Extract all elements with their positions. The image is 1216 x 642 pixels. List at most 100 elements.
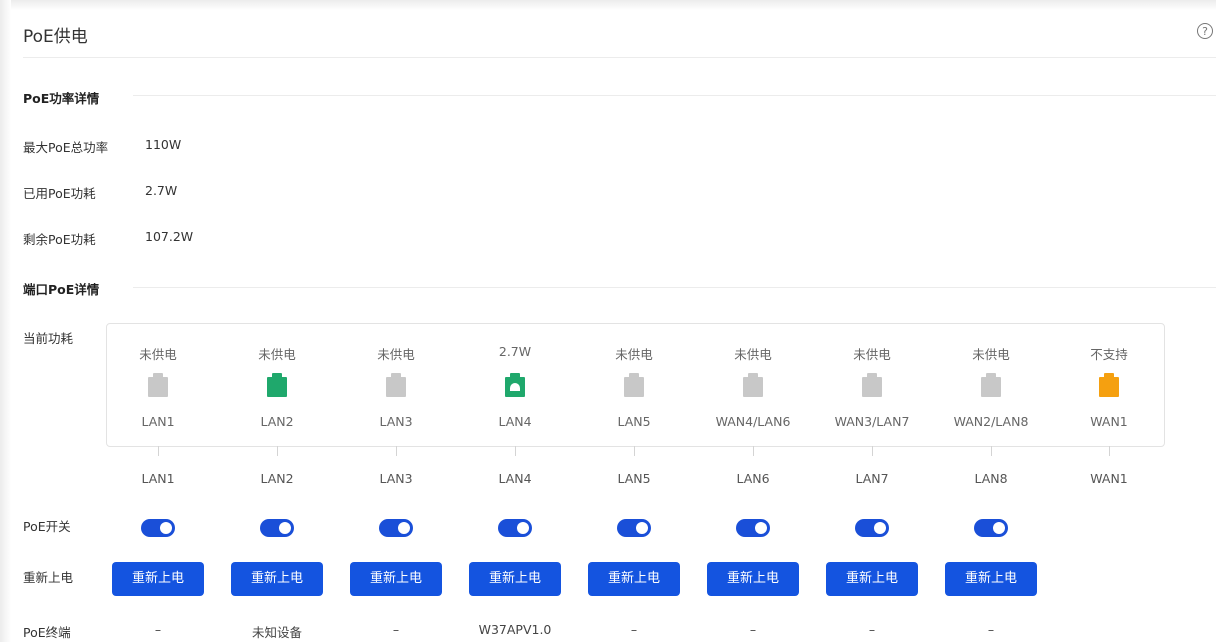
restart-power-button[interactable]: 重新上电	[707, 562, 799, 596]
poe-switch-toggle[interactable]	[855, 519, 889, 537]
port-connector-line	[1109, 446, 1110, 456]
port-power-wan3-lan7: 未供电	[817, 344, 927, 363]
port-bottom-label: WAN1	[1090, 471, 1128, 486]
ethernet-port-icon	[981, 373, 1001, 397]
restart-power-button[interactable]: 重新上电	[350, 562, 442, 596]
port-power: 未供电	[139, 347, 177, 362]
port-power-wan1: 不支持	[1054, 344, 1164, 363]
port-name-wan2-lan8: WAN2/LAN8	[936, 414, 1046, 429]
max-power-label: 最大PoE总功率	[23, 140, 109, 155]
port-power-wan2-lan8: 未供电	[936, 344, 1046, 363]
port-name: LAN5	[617, 414, 651, 429]
port-power: 未供电	[853, 347, 891, 362]
restart-power-button[interactable]: 重新上电	[945, 562, 1037, 596]
port-bottom-label: LAN3	[379, 471, 413, 486]
port-name-lan3: LAN3	[341, 414, 451, 429]
restart-power-button[interactable]: 重新上电	[826, 562, 918, 596]
port-name-lan4: LAN4	[460, 414, 570, 429]
port-power: 未供电	[258, 347, 296, 362]
port-connector-line	[158, 446, 159, 456]
port-power-lan3: 未供电	[341, 344, 451, 363]
port-power: 未供电	[377, 347, 415, 362]
max-power-value: 110W	[145, 137, 182, 152]
poe-switch-toggle[interactable]	[379, 519, 413, 537]
toggle-knob	[398, 522, 410, 534]
toggle-knob	[993, 522, 1005, 534]
poe-switch-toggle[interactable]	[617, 519, 651, 537]
port-power-lan5: 未供电	[579, 344, 689, 363]
port-name: WAN4/LAN6	[715, 414, 791, 429]
ethernet-port-icon	[267, 373, 287, 397]
port-name: LAN4	[498, 414, 532, 429]
port-power: 不支持	[1090, 347, 1128, 362]
port-power: 2.7W	[498, 344, 532, 359]
restart-power-button[interactable]: 重新上电	[469, 562, 561, 596]
restart-label: 重新上电	[23, 570, 74, 585]
port-bottom-label: LAN4	[498, 471, 532, 486]
restart-power-button[interactable]: 重新上电	[231, 562, 323, 596]
port-power: 未供电	[734, 347, 772, 362]
port-name-lan2: LAN2	[222, 414, 332, 429]
ethernet-port-icon	[862, 373, 882, 397]
poe-terminal-value: –	[154, 622, 162, 637]
port-name-wan3-lan7: WAN3/LAN7	[817, 414, 927, 429]
port-name: WAN3/LAN7	[834, 414, 910, 429]
port-power: 未供电	[972, 347, 1010, 362]
page-title: PoE供电	[23, 27, 88, 47]
poe-switch-toggle[interactable]	[498, 519, 532, 537]
used-power-value: 2.7W	[145, 183, 178, 198]
port-name: LAN3	[379, 414, 413, 429]
port-name-lan1: LAN1	[103, 414, 213, 429]
port-section-title: 端口PoE详情	[23, 282, 100, 297]
toggle-knob	[636, 522, 648, 534]
ethernet-port-icon	[386, 373, 406, 397]
poe-switch-toggle[interactable]	[974, 519, 1008, 537]
port-connector-line	[991, 446, 992, 456]
port-power-wan4-lan6: 未供电	[698, 344, 808, 363]
power-section-divider	[133, 95, 1216, 96]
port-name: LAN1	[141, 414, 175, 429]
poe-terminal-value: W37APV1.0	[478, 622, 552, 637]
port-bottom-label: LAN5	[617, 471, 651, 486]
port-connector-line	[515, 446, 516, 456]
poe-switch-toggle[interactable]	[260, 519, 294, 537]
toggle-knob	[874, 522, 886, 534]
left-shadow	[0, 0, 11, 642]
poe-switch-toggle[interactable]	[141, 519, 175, 537]
port-power-lan1: 未供电	[103, 344, 213, 363]
restart-power-button[interactable]: 重新上电	[112, 562, 204, 596]
poe-terminal-value: –	[392, 622, 400, 637]
port-bottom-label: LAN8	[974, 471, 1008, 486]
ethernet-port-icon	[1099, 373, 1119, 397]
help-icon[interactable]: ?	[1197, 23, 1213, 39]
ethernet-port-icon	[743, 373, 763, 397]
port-connector-line	[277, 446, 278, 456]
poe-switch-label: PoE开关	[23, 519, 71, 534]
port-name: WAN1	[1090, 414, 1128, 429]
poe-terminal-label: PoE终端	[23, 625, 71, 640]
port-bottom-label: LAN6	[736, 471, 770, 486]
port-section-divider	[133, 287, 1216, 288]
used-power-label: 已用PoE功耗	[23, 186, 96, 201]
poe-switch-toggle[interactable]	[736, 519, 770, 537]
ethernet-port-icon	[505, 373, 525, 397]
toggle-knob	[517, 522, 529, 534]
restart-power-button[interactable]: 重新上电	[588, 562, 680, 596]
toggle-knob	[160, 522, 172, 534]
current-power-label: 当前功耗	[23, 331, 74, 346]
poe-panel: PoE供电 ? PoE功率详情 最大PoE总功率 110W 已用PoE功耗 2.…	[11, 10, 1216, 642]
port-name-lan5: LAN5	[579, 414, 689, 429]
port-name-wan4-lan6: WAN4/LAN6	[698, 414, 808, 429]
toggle-knob	[279, 522, 291, 534]
poe-terminal-value: –	[749, 622, 757, 637]
port-connector-line	[753, 446, 754, 456]
port-bottom-label: LAN7	[855, 471, 889, 486]
power-section-title: PoE功率详情	[23, 91, 100, 106]
remaining-power-value: 107.2W	[145, 229, 194, 244]
remaining-power-label: 剩余PoE功耗	[23, 232, 96, 247]
poe-terminal-value: 未知设备	[251, 625, 302, 640]
ethernet-port-icon	[624, 373, 644, 397]
power-glyph-icon	[510, 383, 520, 391]
poe-terminal-value: –	[987, 622, 995, 637]
port-connector-line	[872, 446, 873, 456]
